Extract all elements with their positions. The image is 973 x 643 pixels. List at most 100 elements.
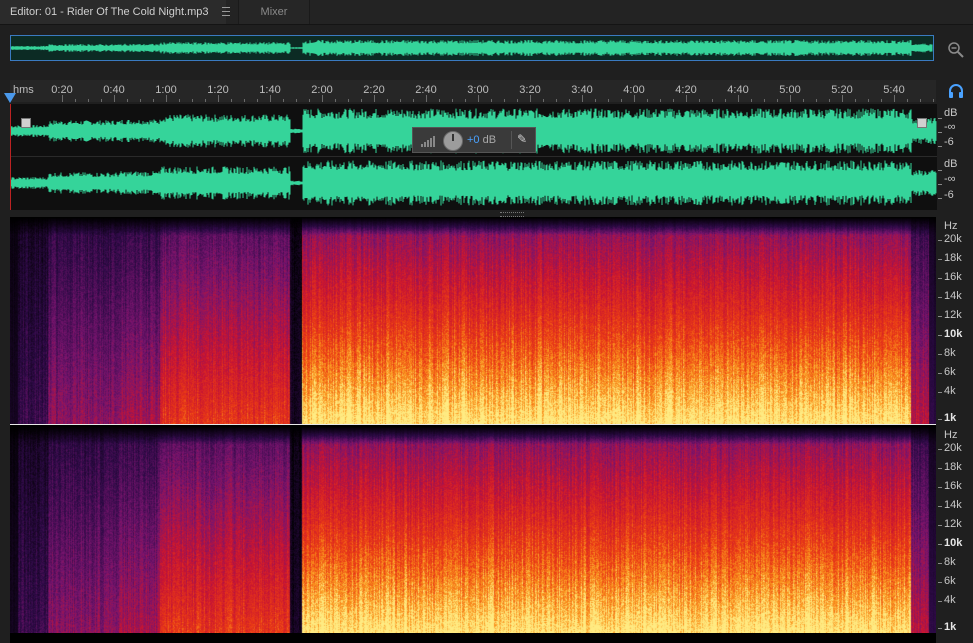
- time-minor-tick: [75, 99, 76, 102]
- tab-mixer[interactable]: Mixer: [238, 0, 310, 24]
- frequency-label: 4k: [944, 594, 956, 606]
- volume-knob-icon[interactable]: [443, 131, 463, 151]
- time-minor-tick: [296, 99, 297, 102]
- time-minor-tick: [569, 99, 570, 102]
- time-ruler[interactable]: hms 0:20 0:40 1:00 1:20 1:40 2:00 2:20 2:40 3:00…: [10, 80, 936, 102]
- hamburger-menu-icon[interactable]: [222, 7, 232, 16]
- time-minor-tick: [855, 99, 856, 102]
- time-minor-tick: [920, 99, 921, 102]
- time-minor-tick: [335, 99, 336, 102]
- time-minor-tick: [660, 99, 661, 102]
- overview-waveform[interactable]: [10, 35, 934, 61]
- gain-readout[interactable]: +0 dB: [467, 134, 496, 146]
- frequency-tick: [938, 354, 942, 355]
- channel-divider: [10, 424, 936, 425]
- db-label: -6: [944, 136, 954, 148]
- time-minor-tick: [556, 99, 557, 102]
- time-unit-label: hms: [13, 84, 34, 96]
- spectral-frequency-display[interactable]: [10, 217, 936, 643]
- time-minor-tick: [153, 99, 154, 102]
- time-tick-mark: [270, 95, 271, 102]
- frequency-label: 8k: [944, 347, 956, 359]
- frequency-tick: [938, 392, 942, 393]
- time-minor-tick: [829, 99, 830, 102]
- waveform-display[interactable]: +0 dB ✎: [10, 104, 937, 210]
- frequency-tick: [938, 449, 942, 450]
- time-tick-mark: [582, 95, 583, 102]
- waveform-channel-right[interactable]: [11, 158, 937, 208]
- headphones-icon[interactable]: [948, 83, 964, 99]
- time-minor-tick: [140, 99, 141, 102]
- time-tick-mark: [218, 95, 219, 102]
- frequency-label: 16k: [944, 271, 962, 283]
- time-minor-tick: [595, 99, 596, 102]
- time-minor-tick: [699, 99, 700, 102]
- frequency-tick: [938, 419, 942, 420]
- tab-editor[interactable]: Editor: 01 - Rider Of The Cold Night.mp3: [0, 0, 226, 24]
- time-minor-tick: [491, 99, 492, 102]
- db-label: dB: [944, 107, 958, 119]
- time-minor-tick: [933, 99, 934, 102]
- time-minor-tick: [647, 99, 648, 102]
- frequency-label: 6k: [944, 575, 956, 587]
- frequency-tick: [938, 544, 942, 545]
- frequency-tick: [938, 278, 942, 279]
- frequency-label: 14k: [944, 499, 962, 511]
- db-label: -6: [944, 189, 954, 201]
- frequency-tick: [938, 563, 942, 564]
- frequency-label: 20k: [944, 442, 962, 454]
- time-minor-tick: [868, 99, 869, 102]
- time-minor-tick: [751, 99, 752, 102]
- time-tick-mark: [114, 95, 115, 102]
- time-tick-mark: [166, 95, 167, 102]
- frequency-tick: [938, 373, 942, 374]
- time-minor-tick: [673, 99, 674, 102]
- frequency-tick: [938, 582, 942, 583]
- time-minor-tick: [88, 99, 89, 102]
- time-tick-mark: [530, 95, 531, 102]
- time-minor-tick: [621, 99, 622, 102]
- time-minor-tick: [400, 99, 401, 102]
- time-tick-mark: [478, 95, 479, 102]
- frequency-label: 10k: [944, 328, 963, 340]
- time-minor-tick: [465, 99, 466, 102]
- time-minor-tick: [309, 99, 310, 102]
- time-minor-tick: [881, 99, 882, 102]
- frequency-label: 16k: [944, 480, 962, 492]
- spectrogram-channel-left[interactable]: [10, 217, 936, 424]
- time-minor-tick: [179, 99, 180, 102]
- time-minor-tick: [192, 99, 193, 102]
- frequency-label: 10k: [944, 537, 963, 549]
- time-minor-tick: [907, 99, 908, 102]
- db-label: dB: [944, 158, 958, 170]
- fade-in-handle[interactable]: [21, 118, 31, 128]
- frequency-tick: [938, 487, 942, 488]
- time-minor-tick: [504, 99, 505, 102]
- channel-divider: [11, 156, 937, 157]
- frequency-tick: [938, 525, 942, 526]
- frequency-tick: [938, 240, 942, 241]
- time-minor-tick: [361, 99, 362, 102]
- frequency-label: Hz: [944, 220, 958, 232]
- spectrogram-channel-right[interactable]: [10, 426, 936, 633]
- zoom-out-icon[interactable]: [946, 40, 966, 60]
- time-minor-tick: [348, 99, 349, 102]
- frequency-label: 14k: [944, 290, 962, 302]
- fade-out-handle[interactable]: [917, 118, 927, 128]
- time-tick-mark: [894, 95, 895, 102]
- frequency-label: 6k: [944, 366, 956, 378]
- amplitude-ruler-left: dB -∞ -6: [938, 104, 973, 156]
- time-minor-tick: [777, 99, 778, 102]
- frequency-tick: [938, 468, 942, 469]
- amplitude-ruler-right: dB -∞ -6: [938, 156, 973, 208]
- frequency-tick: [938, 628, 942, 629]
- time-minor-tick: [387, 99, 388, 102]
- pin-icon[interactable]: ✎: [517, 132, 527, 146]
- time-minor-tick: [283, 99, 284, 102]
- level-meter-icon: [421, 136, 435, 147]
- frequency-label: 12k: [944, 518, 962, 530]
- time-tick-mark: [686, 95, 687, 102]
- time-tick-mark: [62, 95, 63, 102]
- frequency-tick: [938, 316, 942, 317]
- playhead-marker[interactable]: [4, 93, 16, 103]
